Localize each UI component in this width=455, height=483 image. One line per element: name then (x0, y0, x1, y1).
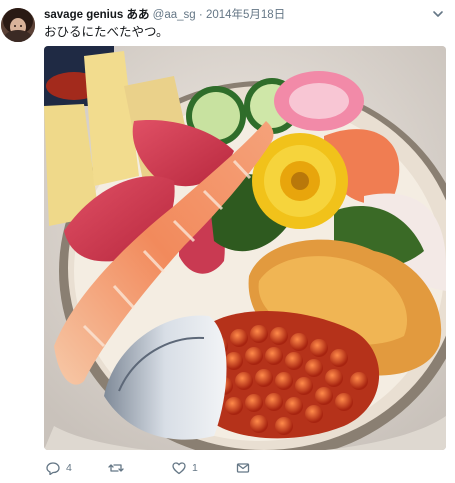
display-name[interactable]: savage genius ああ (44, 9, 149, 21)
retweet-icon (108, 461, 124, 475)
avatar[interactable] (1, 8, 35, 42)
reply-count: 4 (66, 462, 72, 474)
user-handle[interactable]: @aa_sg (153, 9, 196, 21)
tweet-actions: 4 1 (44, 459, 344, 477)
tweet-timestamp[interactable]: 2014年5月18日 (206, 9, 285, 21)
like-button[interactable]: 1 (172, 459, 198, 477)
separator-dot: · (198, 9, 203, 21)
chirashi-bowl-photo (44, 46, 446, 450)
chevron-down-icon[interactable] (431, 7, 445, 21)
reply-button[interactable]: 4 (46, 459, 72, 477)
like-count: 1 (192, 462, 198, 474)
tweet-text: おひるにたべたやつ。 (44, 25, 169, 39)
avatar-image (1, 8, 35, 42)
retweet-button[interactable] (108, 459, 130, 477)
direct-message-button[interactable] (236, 459, 250, 477)
tweet-header: savage genius ああ @aa_sg · 2014年5月18日 (44, 7, 445, 23)
reply-icon (46, 461, 60, 475)
envelope-icon (236, 461, 250, 475)
tweet: savage genius ああ @aa_sg · 2014年5月18日 おひる… (0, 0, 455, 483)
tweet-photo[interactable] (44, 46, 446, 450)
heart-icon (172, 461, 186, 475)
